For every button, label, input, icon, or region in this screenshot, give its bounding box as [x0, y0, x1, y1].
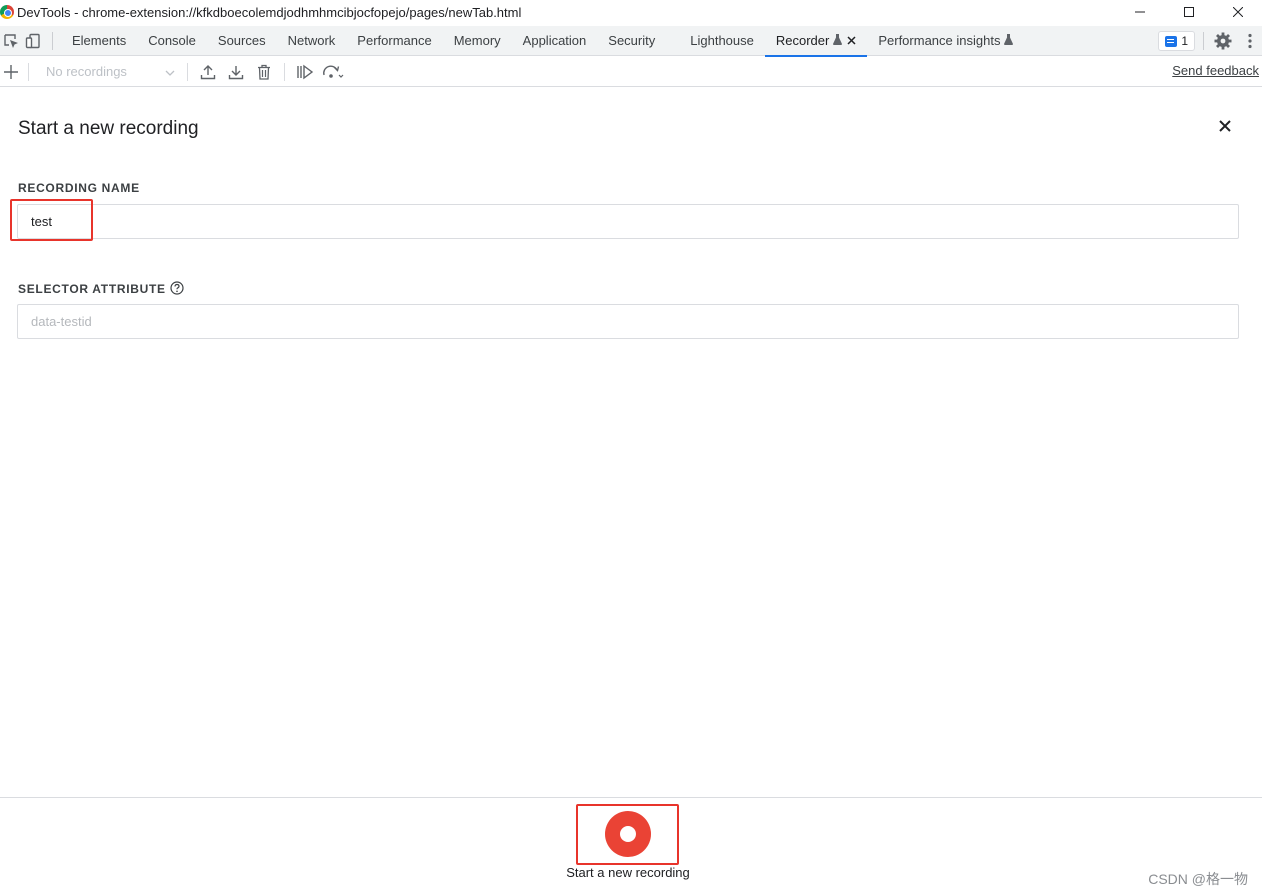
tabbar-divider [1203, 32, 1204, 50]
replay-icon[interactable] [291, 61, 319, 83]
selector-attribute-input[interactable] [17, 304, 1239, 339]
tab-label: Console [148, 33, 196, 48]
recordings-select[interactable]: No recordings [35, 61, 181, 83]
import-upload-icon[interactable] [194, 61, 222, 83]
selector-attribute-label: SELECTOR ATTRIBUTE [18, 281, 184, 296]
watermark-text: CSDN @格一物 [1148, 871, 1248, 887]
delete-trash-icon[interactable] [250, 61, 278, 83]
page-title: Start a new recording [18, 118, 199, 139]
tab-label: Sources [217, 33, 266, 48]
footer-divider [0, 797, 1262, 798]
inspect-element-icon[interactable] [0, 30, 22, 52]
toolbar-divider [187, 62, 188, 81]
toolbar-divider [28, 62, 29, 81]
tab-lighthouse[interactable]: Lighthouse [679, 26, 765, 56]
recording-name-label: RECORDING NAME [18, 181, 140, 195]
window-title: DevTools - chrome-extension://kfkdboecol… [17, 4, 522, 20]
minimize-icon[interactable] [1115, 0, 1164, 24]
recorder-toolbar: No recordings Send feedback [0, 57, 1262, 87]
issues-counter-button[interactable]: 1 [1158, 31, 1195, 51]
tab-security[interactable]: Security [597, 26, 679, 56]
window-titlebar: DevTools - chrome-extension://kfkdboecol… [0, 0, 1262, 24]
tab-memory[interactable]: Memory [443, 26, 512, 56]
tabbar-divider [52, 31, 53, 50]
tab-recorder[interactable]: Recorder [764, 26, 868, 57]
toolbar-divider [284, 62, 285, 81]
create-recording-plus-icon[interactable] [0, 61, 22, 83]
tab-label: Recorder [775, 33, 830, 48]
tab-label: Performance insights [878, 33, 1001, 48]
export-download-icon[interactable] [222, 61, 250, 83]
tab-label: Elements [72, 33, 127, 48]
maximize-icon[interactable] [1164, 0, 1213, 24]
tab-label: Lighthouse [690, 33, 754, 48]
tab-performance[interactable]: Performance [346, 26, 442, 56]
experiment-flask-icon [833, 33, 843, 48]
tab-network[interactable]: Network [277, 26, 347, 56]
recordings-select-value: No recordings [46, 64, 127, 79]
tab-elements[interactable]: Elements [61, 26, 137, 56]
settings-gear-icon[interactable] [1212, 30, 1234, 52]
issues-chat-icon [1165, 35, 1178, 47]
record-dot-icon [620, 826, 636, 842]
tab-label: Network [287, 33, 336, 48]
replay-settings-icon[interactable] [319, 61, 347, 83]
issues-count: 1 [1181, 34, 1188, 48]
recording-name-input[interactable] [17, 204, 1239, 239]
devtools-tabbar: Elements Console Sources Network Perform… [0, 26, 1262, 57]
tab-performance-insights[interactable]: Performance insights [867, 26, 1024, 56]
tab-label: Performance [357, 33, 432, 48]
start-recording-label: Start a new recording [566, 865, 690, 880]
tab-console[interactable]: Console [137, 26, 207, 56]
tab-application[interactable]: Application [512, 26, 598, 56]
tab-label: Memory [453, 33, 501, 48]
tab-label: Security [608, 33, 656, 48]
tab-close-icon[interactable] [847, 34, 856, 48]
tab-label: Application [522, 33, 587, 48]
more-options-icon[interactable] [1242, 30, 1258, 52]
experiment-flask-icon [1004, 33, 1014, 48]
close-icon[interactable] [1213, 0, 1262, 24]
device-toolbar-icon[interactable] [22, 30, 44, 52]
selector-attribute-label-text: SELECTOR ATTRIBUTE [18, 282, 166, 296]
help-question-icon[interactable] [170, 281, 184, 295]
send-feedback-link[interactable]: Send feedback [1172, 63, 1259, 78]
tabbar-right-actions: 1 [1158, 26, 1262, 56]
tab-sources[interactable]: Sources [207, 26, 277, 56]
close-dialog-icon[interactable] [1214, 115, 1236, 137]
window-controls [1115, 0, 1262, 24]
start-recording-button[interactable] [605, 811, 651, 857]
chevron-down-icon [165, 64, 175, 79]
chrome-logo-icon [0, 5, 14, 19]
